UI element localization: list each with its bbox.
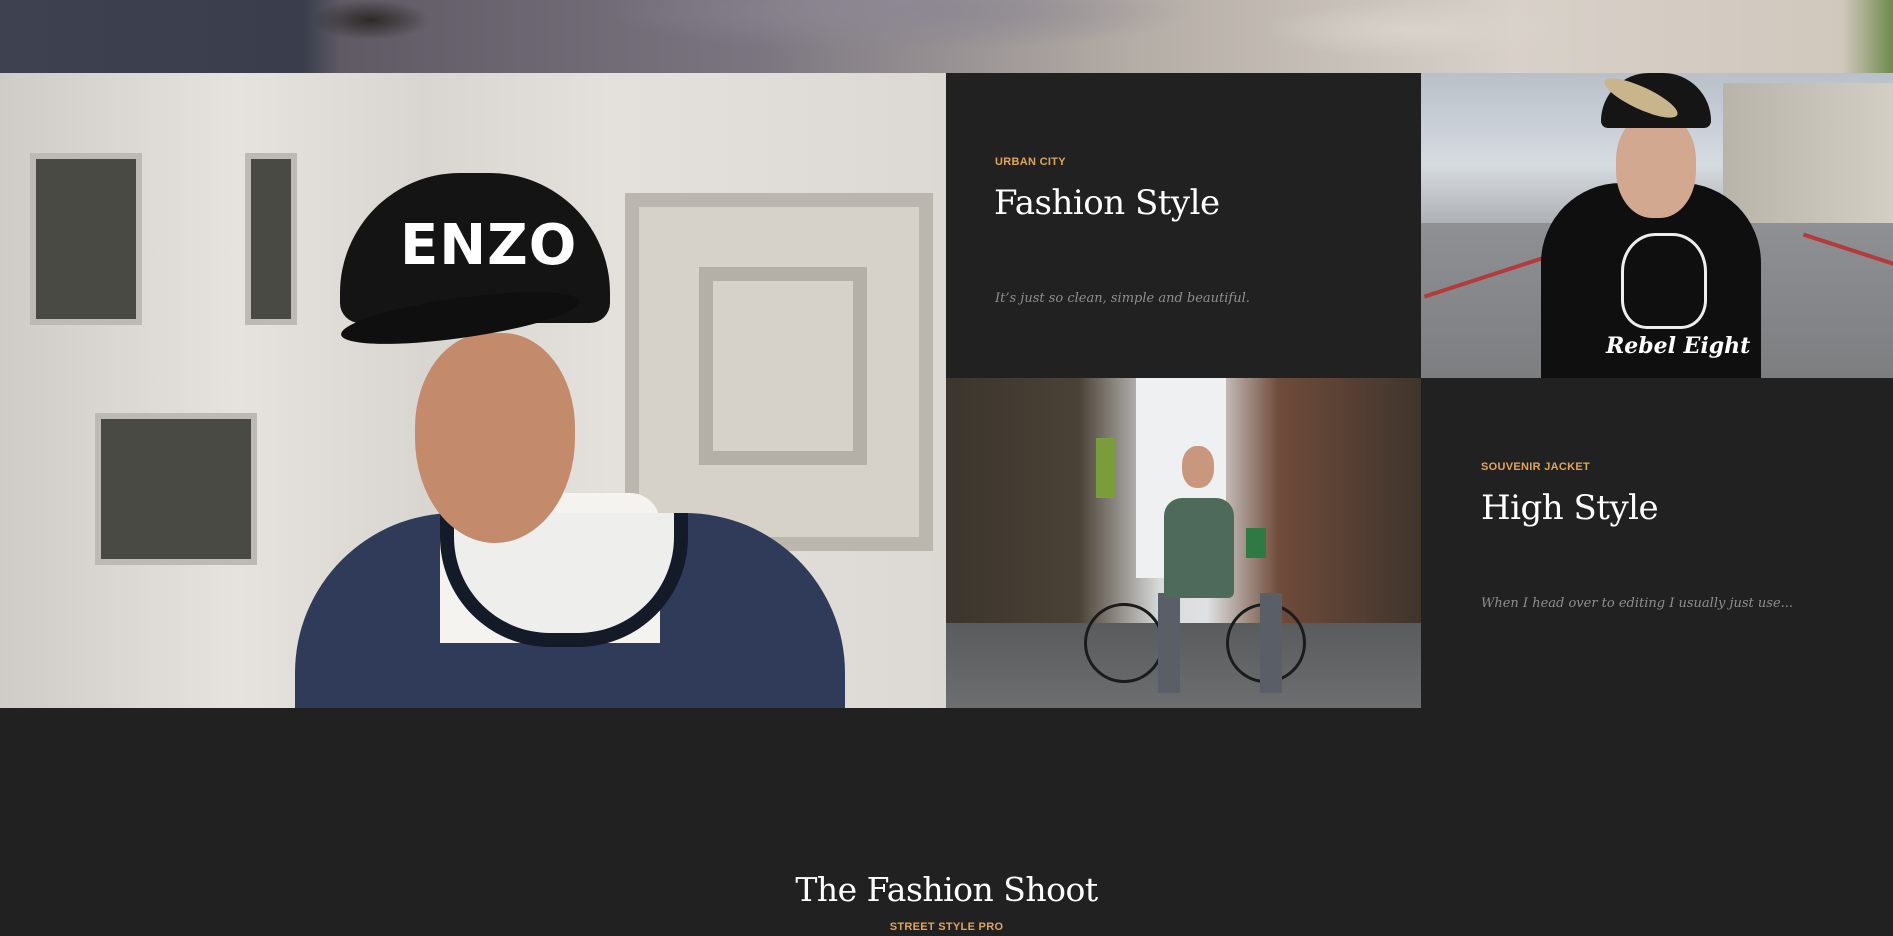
skull-graphic	[1621, 233, 1707, 329]
rider-shirt	[1164, 498, 1234, 598]
warehouse-building	[1723, 83, 1893, 233]
card-title[interactable]: High Style	[1481, 488, 1659, 528]
photo-kenzo-cap-man[interactable]: ENZO	[0, 73, 946, 708]
background-window	[95, 413, 257, 565]
bike-wheel	[1084, 603, 1164, 683]
card-high-style[interactable]: SOUVENIR JACKET High Style When I head o…	[1421, 378, 1893, 708]
section-title: The Fashion Shoot	[795, 870, 1098, 909]
face	[415, 333, 575, 543]
cap-logo-text: ENZO	[400, 213, 578, 278]
rider-head	[1182, 446, 1214, 488]
rider-legs	[1158, 593, 1282, 693]
banner-image	[0, 0, 1893, 73]
pillar-carving	[699, 267, 867, 465]
section-kicker: STREET STYLE PRO	[889, 921, 1004, 933]
card-kicker[interactable]: URBAN CITY	[995, 156, 1066, 168]
photo-bike-street[interactable]	[946, 378, 1421, 708]
street-sign	[1246, 528, 1266, 558]
street-sign	[1096, 438, 1116, 498]
face	[1616, 113, 1696, 218]
photo-rebel-eight-man[interactable]: Rebel Eight	[1421, 73, 1893, 378]
banner-rock-shadow	[310, 0, 430, 40]
card-fashion-style[interactable]: URBAN CITY Fashion Style It’s just so cl…	[946, 73, 1421, 378]
card-description: When I head over to editing I usually ju…	[1481, 596, 1794, 611]
background-window	[30, 153, 142, 325]
stone-pillar	[625, 193, 933, 551]
card-title[interactable]: Fashion Style	[994, 183, 1220, 223]
card-kicker[interactable]: SOUVENIR JACKET	[1481, 461, 1590, 473]
background-window	[245, 153, 297, 325]
card-description: It’s just so clean, simple and beautiful…	[995, 291, 1250, 306]
shirt-text: Rebel Eight	[1606, 333, 1751, 359]
